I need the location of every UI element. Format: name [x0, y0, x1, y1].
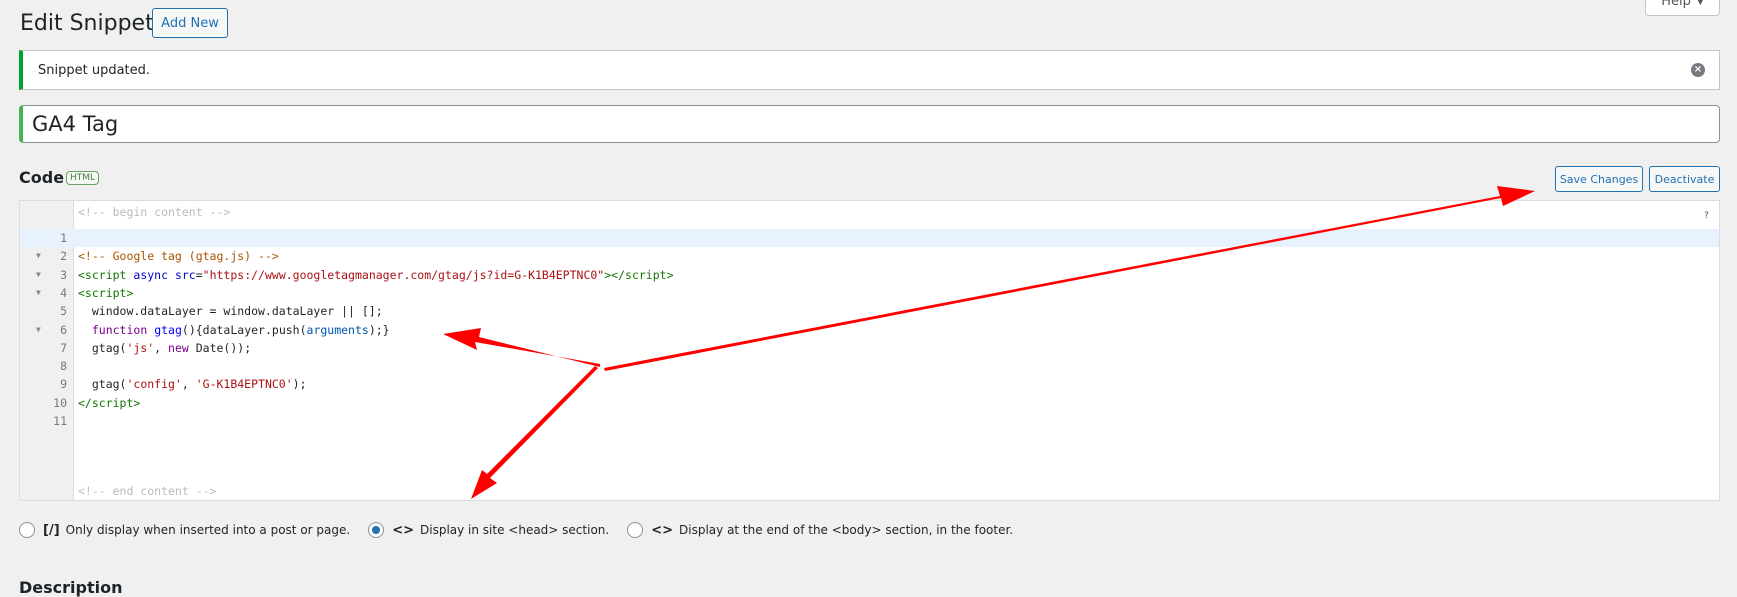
arrow-to-code: [443, 328, 600, 367]
annotation-arrows: [443, 186, 1535, 499]
arrow-to-save: [604, 186, 1535, 371]
arrow-to-end: [471, 366, 598, 499]
